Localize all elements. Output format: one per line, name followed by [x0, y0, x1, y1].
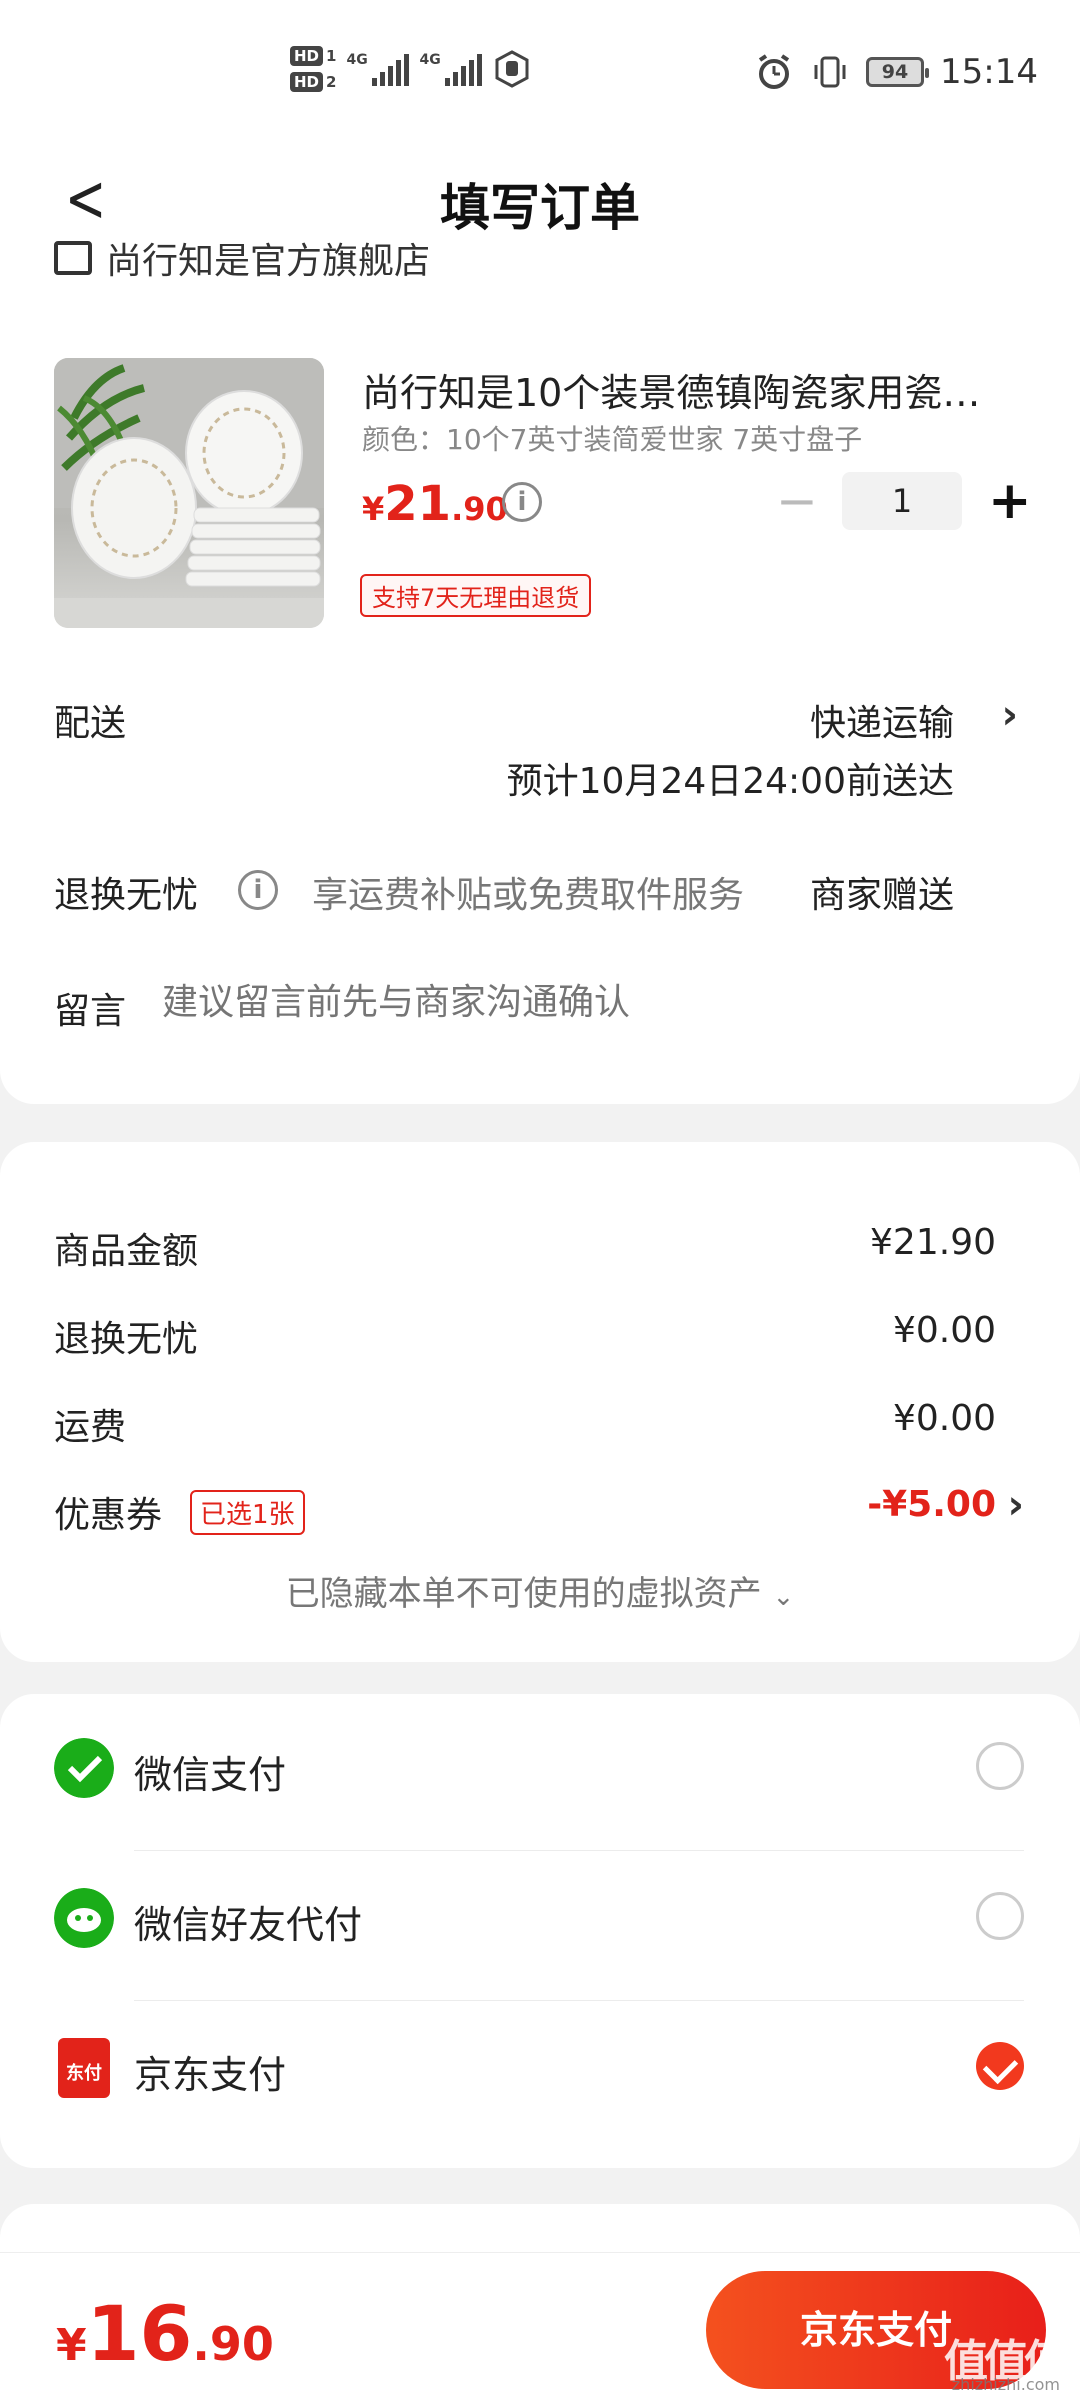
- hd-number: 1: [326, 47, 337, 65]
- total-integer: 16: [86, 2289, 193, 2378]
- shop-name: 尚行知是官方旗舰店: [106, 241, 431, 282]
- battery-icon: 94: [866, 57, 930, 87]
- payment-radio-checked[interactable]: [976, 2042, 1024, 2090]
- shipping-label: 运费: [54, 1407, 127, 1448]
- payment-label: 微信支付: [134, 1753, 287, 1797]
- payment-radio[interactable]: [976, 1742, 1024, 1790]
- wechat-pay-icon: [54, 1738, 114, 1798]
- goods-amount-label: 商品金额: [54, 1231, 199, 1272]
- hd-badge: HD: [290, 46, 324, 66]
- price-decimal: .90: [451, 490, 508, 528]
- worry-fee-value: ¥0.00: [892, 1310, 996, 1351]
- hand-icon: [495, 50, 529, 88]
- payment-radio[interactable]: [976, 1892, 1024, 1940]
- plates-photo: [54, 358, 324, 628]
- store-icon: [54, 241, 92, 275]
- coupon-value[interactable]: -¥5.00: [867, 1484, 996, 1525]
- hidden-assets-toggle[interactable]: 已隐藏本单不可使用的虚拟资产 ⌄: [0, 1566, 1080, 1615]
- worry-fee-label: 退换无忧: [54, 1319, 199, 1360]
- clock: 15:14: [940, 52, 1038, 92]
- goods-amount-value: ¥21.90: [870, 1222, 996, 1263]
- watermark-url: zhizhizhi.com: [951, 2375, 1060, 2394]
- signal-icon: 4G: [419, 52, 483, 86]
- worry-free-desc: 享运费补贴或免费取件服务: [312, 875, 745, 916]
- shop-row[interactable]: 尚行知是官方旗舰店: [54, 240, 430, 284]
- product-spec[interactable]: 颜色：10个7英寸装简爱世家 7英寸盘子: [362, 418, 862, 458]
- product-title[interactable]: 尚行知是10个装景德镇陶瓷家用瓷…: [362, 362, 1002, 417]
- payment-option-jd[interactable]: 东付 京东支付: [0, 1994, 1080, 2144]
- delivery-method[interactable]: 快递运输: [810, 694, 954, 746]
- payment-card: 微信支付 微信好友代付 东付 京东支付: [0, 1694, 1080, 2168]
- total-currency: ¥: [56, 2320, 87, 2371]
- coupon-label: 优惠券: [54, 1495, 163, 1536]
- payment-option-wechat[interactable]: 微信支付: [0, 1694, 1080, 1844]
- wechat-friend-pay-icon: [54, 1888, 114, 1948]
- quantity-value[interactable]: 1: [842, 472, 962, 530]
- delivery-eta: 预计10月24日24:00前送达: [506, 761, 954, 802]
- hd-number: 2: [326, 73, 337, 91]
- status-bar: HD 1 HD 2 4G 4G 94 15:14: [0, 0, 1080, 140]
- worry-free-gift: 商家赠送: [809, 875, 954, 916]
- hd-badge: HD: [290, 72, 324, 92]
- network-type: 4G: [346, 52, 368, 68]
- return-policy-badge: 支持7天无理由退货: [360, 574, 592, 617]
- status-right: 94 15:14: [754, 52, 1038, 92]
- message-input[interactable]: [162, 982, 982, 1023]
- vibrate-icon: [814, 56, 846, 88]
- network-type: 4G: [419, 52, 441, 68]
- product-price: ¥ 21 .90: [362, 476, 508, 532]
- bottom-bar: ¥ 16 .90 京东支付 值值值 zhizhizhi.com: [0, 2252, 1080, 2400]
- decrease-button[interactable]: −: [776, 476, 818, 526]
- payment-label: 微信好友代付: [134, 1903, 363, 1947]
- chevron-down-icon: ⌄: [772, 1582, 795, 1612]
- chevron-right-icon[interactable]: ›: [1002, 692, 1018, 738]
- shipping-value: ¥0.00: [892, 1398, 996, 1439]
- price-integer: 21: [384, 476, 452, 532]
- total-price: ¥ 16 .90: [56, 2289, 274, 2378]
- price-info-icon[interactable]: i: [502, 482, 542, 522]
- jd-pay-icon-text: 东付: [66, 2063, 102, 2084]
- chevron-right-icon[interactable]: ›: [1008, 1482, 1024, 1528]
- hd-indicators: HD 1 HD 2: [290, 46, 336, 92]
- payment-option-wechat-friend[interactable]: 微信好友代付: [0, 1844, 1080, 1994]
- alarm-icon: [758, 54, 790, 89]
- product-image[interactable]: [54, 358, 324, 628]
- message-label: 留言: [54, 991, 127, 1032]
- coupon-count-badge[interactable]: 已选1张: [190, 1490, 305, 1535]
- quantity-stepper: − 1 +: [776, 472, 1032, 530]
- worry-info-icon[interactable]: i: [238, 870, 278, 910]
- delivery-label: 配送: [54, 703, 127, 744]
- increase-button[interactable]: +: [988, 475, 1032, 527]
- page-title: 填写订单: [440, 179, 640, 237]
- jd-pay-icon: 东付: [58, 2038, 110, 2098]
- battery-level: 94: [881, 61, 909, 83]
- hd2-indicator: HD 2: [290, 72, 336, 92]
- hd1-indicator: HD 1: [290, 46, 336, 66]
- total-decimal: .90: [192, 2317, 274, 2371]
- status-left: HD 1 HD 2 4G 4G: [290, 46, 532, 92]
- hidden-assets-text: 已隐藏本单不可使用的虚拟资产: [285, 1574, 762, 1614]
- worry-free-label: 退换无忧: [54, 875, 199, 916]
- order-card: 尚行知是官方旗舰店 尚行知是10个装景德镇陶瓷家用瓷… 颜色：10个7英寸装简爱…: [0, 240, 1080, 1104]
- payment-label: 京东支付: [134, 2053, 287, 2097]
- price-currency: ¥: [362, 490, 385, 528]
- signal-icon: 4G: [346, 52, 410, 86]
